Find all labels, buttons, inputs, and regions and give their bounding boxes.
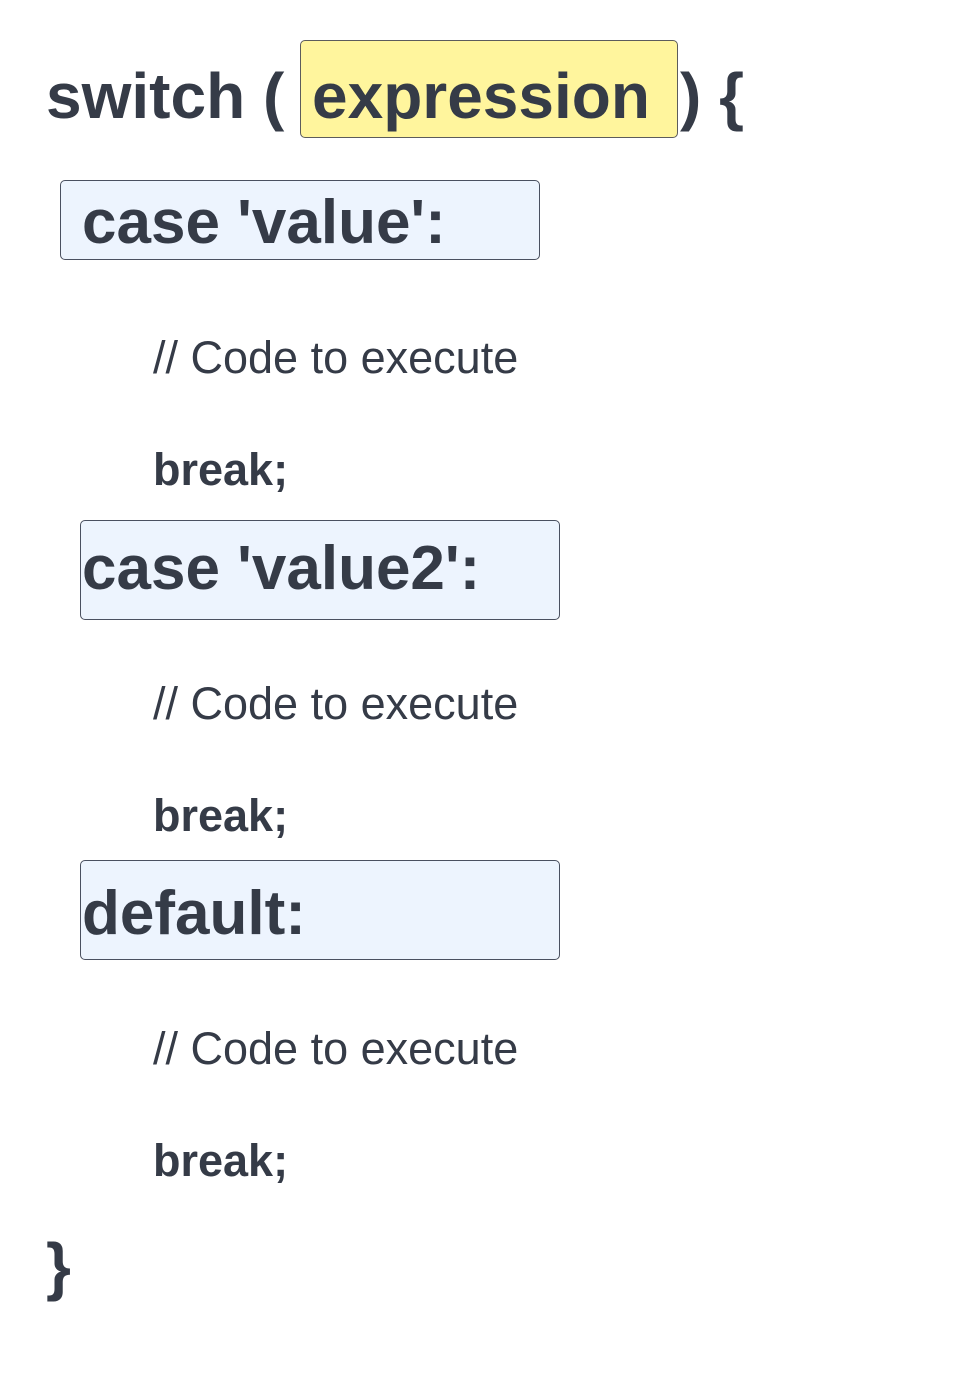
- switch-open-brace: ) {: [680, 60, 744, 132]
- case-value-label: case 'value':: [82, 188, 446, 257]
- case-value-comment: // Code to execute: [153, 332, 519, 383]
- default-case-break: break;: [153, 1135, 289, 1186]
- case-value-break: break;: [153, 444, 289, 495]
- default-case-comment: // Code to execute: [153, 1023, 519, 1074]
- default-case-label: default:: [82, 879, 306, 948]
- switch-keyword: switch (: [46, 60, 285, 132]
- switch-expression: expression: [312, 60, 650, 132]
- case-value2-comment: // Code to execute: [153, 678, 519, 729]
- case-value2-break: break;: [153, 790, 289, 841]
- case-value2-label: case 'value2':: [82, 534, 481, 603]
- switch-close-brace: }: [46, 1230, 71, 1302]
